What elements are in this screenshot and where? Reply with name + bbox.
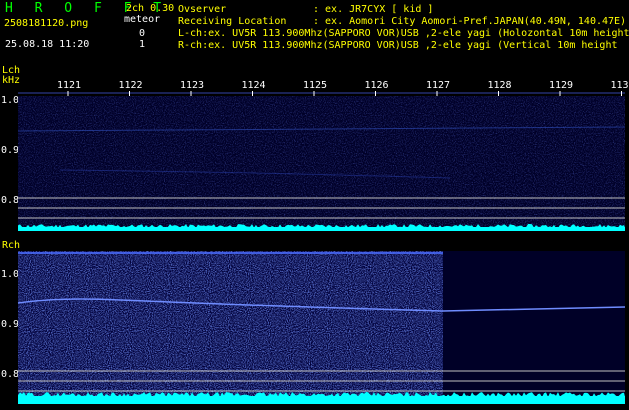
waterfall-canvas <box>17 91 626 404</box>
lch-waterfall <box>17 96 626 231</box>
rch-waterfall <box>17 251 626 404</box>
